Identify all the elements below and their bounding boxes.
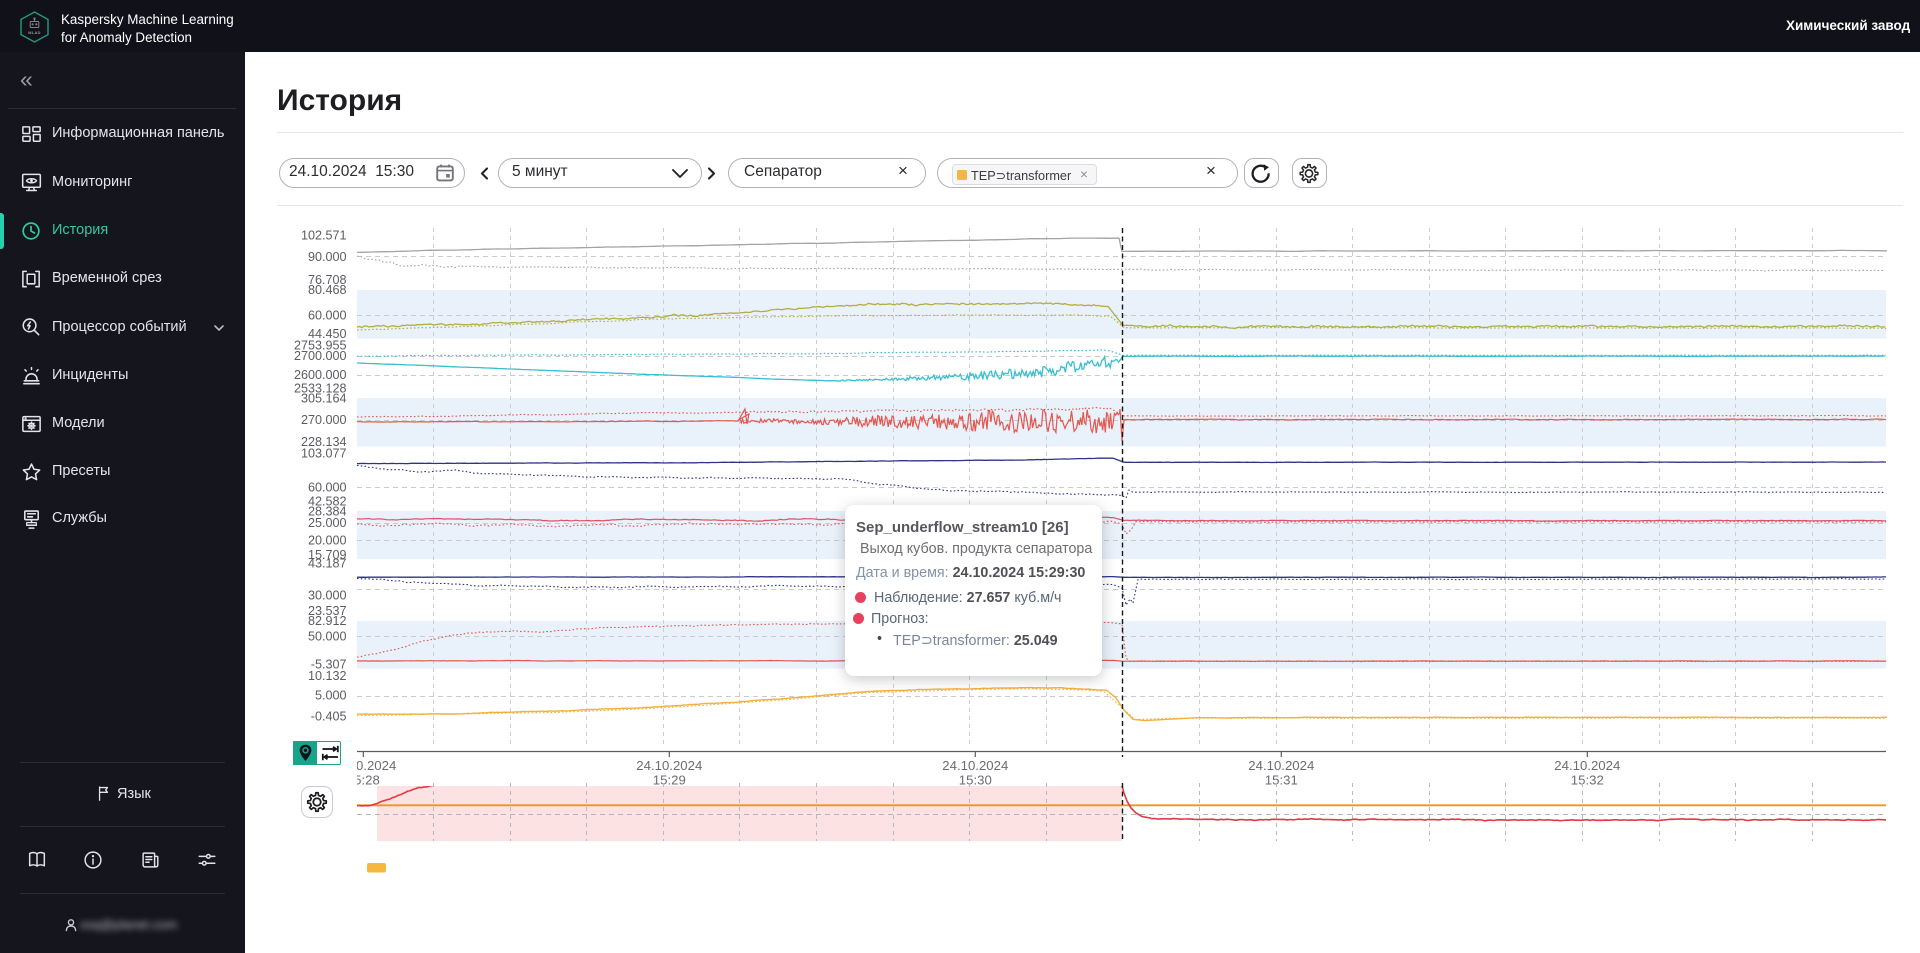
svg-text:305.164: 305.164 xyxy=(301,391,347,405)
svg-text:5.000: 5.000 xyxy=(315,689,347,703)
svg-text:10.132: 10.132 xyxy=(308,669,347,683)
svg-text:15:29: 15:29 xyxy=(653,773,686,788)
svg-text:90.000: 90.000 xyxy=(308,250,347,264)
svg-text:103.077: 103.077 xyxy=(301,446,347,460)
svg-text:15:31: 15:31 xyxy=(1265,773,1298,788)
svg-text:60.000: 60.000 xyxy=(308,309,347,323)
svg-text:43.187: 43.187 xyxy=(308,556,347,570)
svg-text:15:32: 15:32 xyxy=(1571,773,1604,788)
svg-text:24.10.2024: 24.10.2024 xyxy=(1554,758,1620,773)
svg-text:15:30: 15:30 xyxy=(959,773,992,788)
svg-text:2600.000: 2600.000 xyxy=(294,368,347,382)
svg-text:20.000: 20.000 xyxy=(308,534,347,548)
svg-text:15:28: 15:28 xyxy=(347,773,380,788)
svg-text:24.10.2024: 24.10.2024 xyxy=(942,758,1008,773)
svg-text:60.000: 60.000 xyxy=(308,480,347,494)
svg-text:50.000: 50.000 xyxy=(308,630,347,644)
svg-text:-0.405: -0.405 xyxy=(311,709,347,723)
svg-text:25.000: 25.000 xyxy=(308,516,347,530)
svg-text:2700.000: 2700.000 xyxy=(294,349,347,363)
svg-text:30.000: 30.000 xyxy=(308,588,347,602)
svg-text:80.468: 80.468 xyxy=(308,283,347,297)
svg-text:24.10.2024: 24.10.2024 xyxy=(636,758,702,773)
svg-text:24.10.2024: 24.10.2024 xyxy=(1248,758,1314,773)
svg-text:270.000: 270.000 xyxy=(301,413,347,427)
svg-text:102.571: 102.571 xyxy=(301,228,347,242)
svg-text:82.912: 82.912 xyxy=(308,614,347,628)
